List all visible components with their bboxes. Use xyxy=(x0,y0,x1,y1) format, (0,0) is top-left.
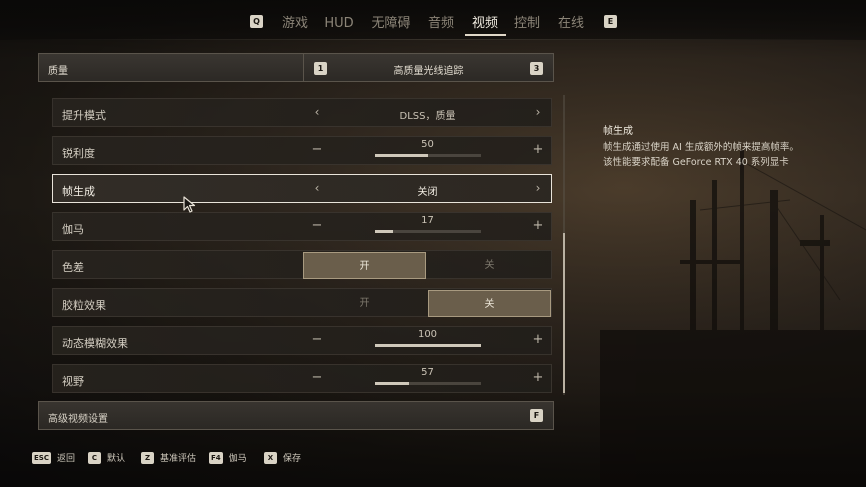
toggle-off-option[interactable]: 关 xyxy=(428,290,551,317)
f4-key-icon: F4 xyxy=(209,451,223,464)
plus-icon[interactable]: + xyxy=(531,218,545,234)
hint-benchmark[interactable]: Z 基准评估 xyxy=(141,451,196,464)
hint-label: 返回 xyxy=(56,454,75,464)
slider-value: 50 xyxy=(421,139,434,150)
description-title: 帧生成 xyxy=(603,126,633,137)
chevron-left-icon[interactable]: ‹ xyxy=(310,180,324,196)
next-tab-key[interactable]: E xyxy=(604,15,617,28)
esc-key-icon: ESC xyxy=(32,451,51,464)
hint-gamma[interactable]: F4 伽马 xyxy=(209,451,247,464)
c-key-icon: C xyxy=(88,451,101,464)
quality-next-key[interactable]: 3 xyxy=(530,62,543,75)
hint-label: 基准评估 xyxy=(160,454,197,464)
tab-audio[interactable]: 音频 xyxy=(424,14,458,34)
slider-control: − 57 + xyxy=(303,365,552,392)
hint-save[interactable]: X 保存 xyxy=(264,451,301,464)
choice-control: ‹ DLSS，质量 › xyxy=(303,99,552,126)
setting-description-panel: 帧生成 帧生成通过使用 AI 生成额外的帧来提高帧率。 该性能要求配备 GeFo… xyxy=(603,122,853,170)
toggle-off-option[interactable]: 关 xyxy=(428,252,551,279)
setting-label: 帧生成 xyxy=(62,185,95,198)
tab-hud[interactable]: HUD xyxy=(321,14,357,34)
tab-online[interactable]: 在线 xyxy=(554,14,588,34)
setting-label: 伽马 xyxy=(62,223,84,236)
slider-value: 100 xyxy=(417,329,438,340)
advanced-video-settings-row[interactable]: 高级视频设置 F xyxy=(38,401,554,430)
chevron-left-icon[interactable]: ‹ xyxy=(310,104,324,120)
setting-row-chromatic-aberration: 色差 开 关 xyxy=(52,250,552,279)
tab-game[interactable]: 游戏 xyxy=(278,14,312,34)
scrollbar-thumb[interactable] xyxy=(563,233,565,393)
plus-icon[interactable]: + xyxy=(531,370,545,386)
toggle-on-option[interactable]: 开 xyxy=(303,290,426,317)
slider-track[interactable] xyxy=(375,230,481,233)
setting-value: 关闭 xyxy=(417,187,438,198)
toggle-on-option[interactable]: 开 xyxy=(303,252,426,279)
active-tab-underline xyxy=(465,34,506,36)
setting-value: DLSS，质量 xyxy=(399,111,456,122)
footer-hints: ESC 返回 C 默认 Z 基准评估 F4 伽马 X 保存 xyxy=(0,450,866,468)
prev-tab-key[interactable]: Q xyxy=(250,15,263,28)
slider-value: 57 xyxy=(421,367,434,378)
setting-label: 锐利度 xyxy=(62,147,95,160)
hint-back[interactable]: ESC 返回 xyxy=(32,451,75,464)
setting-row-field-of-view[interactable]: 视野 − 57 + xyxy=(52,364,552,393)
choice-control: ‹ 关闭 › xyxy=(303,175,552,202)
tab-video[interactable]: 视频 xyxy=(468,14,502,34)
plus-icon[interactable]: + xyxy=(531,142,545,158)
quality-value: 高质量光线追踪 xyxy=(393,66,464,77)
slider-fill xyxy=(375,230,394,233)
chevron-right-icon[interactable]: › xyxy=(531,104,545,120)
mouse-cursor-icon xyxy=(183,196,196,213)
setting-row-gamma[interactable]: 伽马 − 17 + xyxy=(52,212,552,241)
slider-control: − 17 + xyxy=(303,213,552,240)
tab-controls[interactable]: 控制 xyxy=(510,14,544,34)
toggle-control: 开 关 xyxy=(303,289,552,317)
chevron-right-icon[interactable]: › xyxy=(531,180,545,196)
toggle-control: 开 关 xyxy=(303,251,552,279)
quality-label: 质量 xyxy=(48,66,68,77)
tab-accessibility[interactable]: 无障碍 xyxy=(368,14,414,34)
slider-track[interactable] xyxy=(375,344,481,347)
slider-control: − 100 + xyxy=(303,327,552,354)
slider-track[interactable] xyxy=(375,382,481,385)
x-key-icon: X xyxy=(264,451,277,464)
slider-fill xyxy=(375,382,409,385)
setting-row-film-grain: 胶粒效果 开 关 xyxy=(52,288,552,317)
description-line: 该性能要求配备 GeForce RTX 40 系列显卡 xyxy=(603,157,789,168)
setting-row-motion-blur[interactable]: 动态模糊效果 − 100 + xyxy=(52,326,552,355)
setting-row-upscaling[interactable]: 提升模式 ‹ DLSS，质量 › xyxy=(52,98,552,127)
slider-control: − 50 + xyxy=(303,137,552,164)
z-key-icon: Z xyxy=(141,451,154,464)
description-line: 帧生成通过使用 AI 生成额外的帧来提高帧率。 xyxy=(603,142,799,153)
setting-row-sharpness[interactable]: 锐利度 − 50 + xyxy=(52,136,552,165)
hint-default[interactable]: C 默认 xyxy=(88,451,125,464)
hint-label: 伽马 xyxy=(228,454,247,464)
slider-value: 17 xyxy=(421,215,434,226)
advanced-video-settings-label: 高级视频设置 xyxy=(48,414,108,425)
plus-icon[interactable]: + xyxy=(531,332,545,348)
hint-label: 保存 xyxy=(283,454,302,464)
setting-label: 提升模式 xyxy=(62,109,106,122)
setting-label: 视野 xyxy=(62,375,84,388)
setting-label: 动态模糊效果 xyxy=(62,337,128,350)
slider-fill xyxy=(375,344,481,347)
setting-row-frame-generation[interactable]: 帧生成 ‹ 关闭 › xyxy=(52,174,552,203)
slider-fill xyxy=(375,154,428,157)
quality-selector[interactable]: 1 高质量光线追踪 3 xyxy=(303,54,553,81)
setting-label: 胶粒效果 xyxy=(62,299,106,312)
hint-label: 默认 xyxy=(107,454,126,464)
setting-label: 色差 xyxy=(62,261,84,274)
top-nav-bar: Q 游戏 HUD 无障碍 音频 视频 控制 在线 E xyxy=(0,0,866,40)
slider-track[interactable] xyxy=(375,154,481,157)
advanced-key[interactable]: F xyxy=(530,409,543,422)
quality-preset-row[interactable]: 质量 1 高质量光线追踪 3 xyxy=(38,53,554,82)
